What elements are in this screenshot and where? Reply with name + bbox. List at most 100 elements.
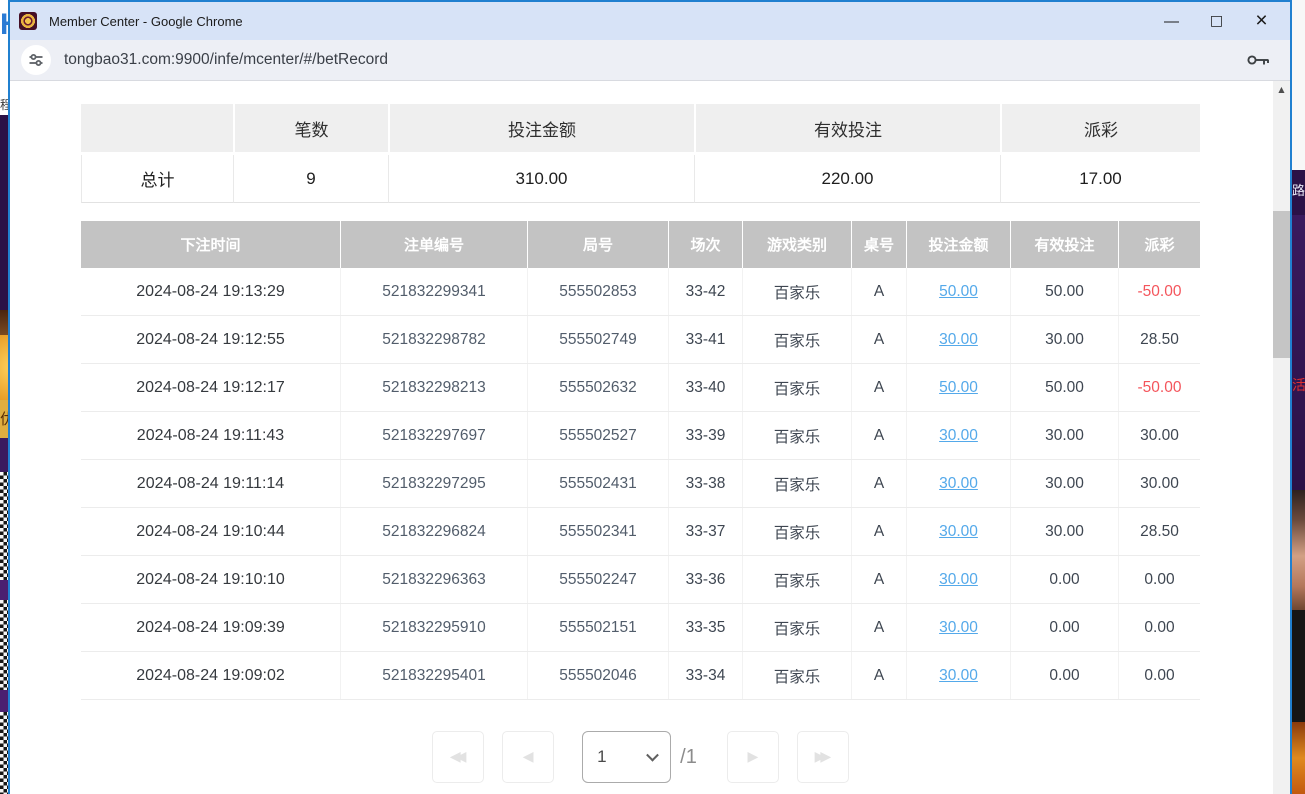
cell-table-no: A bbox=[851, 652, 906, 699]
scrollbar-thumb[interactable] bbox=[1273, 211, 1290, 358]
prev-page-button[interactable]: ◀ bbox=[502, 731, 554, 783]
col-header-order-no: 注单编号 bbox=[340, 221, 527, 268]
cell-game-type: 百家乐 bbox=[742, 268, 851, 315]
bet-amount-link[interactable]: 30.00 bbox=[939, 427, 978, 445]
cell-table-no: A bbox=[851, 364, 906, 411]
cell-session: 33-34 bbox=[668, 652, 742, 699]
table-row: 2024-08-24 19:09:39 521832295910 5555021… bbox=[81, 604, 1200, 652]
cell-order-no: 521832297697 bbox=[340, 412, 527, 459]
cell-game-type: 百家乐 bbox=[742, 316, 851, 363]
cell-session: 33-41 bbox=[668, 316, 742, 363]
cell-valid-bet: 30.00 bbox=[1010, 412, 1118, 459]
cell-order-no: 521832296824 bbox=[340, 508, 527, 555]
col-header-bet-amount: 投注金额 bbox=[906, 221, 1010, 268]
cell-table-no: A bbox=[851, 604, 906, 651]
bet-record-panel: 笔数 投注金额 有效投注 派彩 总计 9 310.00 220.00 17.00… bbox=[10, 81, 1273, 794]
minimize-button[interactable]: — bbox=[1149, 2, 1194, 40]
cell-payout: 0.00 bbox=[1118, 652, 1200, 699]
close-button[interactable]: × bbox=[1239, 2, 1284, 40]
background-text-fragment: 优 bbox=[0, 408, 8, 429]
background-text-fragment: 活 bbox=[1292, 375, 1305, 395]
cell-order-no: 521832296363 bbox=[340, 556, 527, 603]
chrome-popup-window: Member Center - Google Chrome — □ × tong… bbox=[8, 0, 1292, 794]
cell-bet-time: 2024-08-24 19:09:39 bbox=[81, 604, 340, 651]
background-block bbox=[0, 690, 8, 712]
cell-bet-time: 2024-08-24 19:11:43 bbox=[81, 412, 340, 459]
bet-amount-link[interactable]: 30.00 bbox=[939, 331, 978, 349]
table-row: 2024-08-24 19:12:17 521832298213 5555026… bbox=[81, 364, 1200, 412]
col-header-bet-time: 下注时间 bbox=[81, 221, 340, 268]
table-row: 2024-08-24 19:10:44 521832296824 5555023… bbox=[81, 508, 1200, 556]
vertical-scrollbar[interactable]: ▲ bbox=[1273, 81, 1290, 794]
bet-amount-link[interactable]: 30.00 bbox=[939, 523, 978, 541]
background-block bbox=[0, 580, 8, 600]
cell-valid-bet: 0.00 bbox=[1010, 652, 1118, 699]
table-header-row: 下注时间 注单编号 局号 场次 游戏类别 桌号 投注金额 有效投注 派彩 bbox=[81, 221, 1200, 268]
col-header-valid-bet: 有效投注 bbox=[1010, 221, 1118, 268]
page-select[interactable]: 1 bbox=[582, 731, 671, 783]
cell-round-no: 555502853 bbox=[527, 268, 668, 315]
cell-order-no: 521832295910 bbox=[340, 604, 527, 651]
bet-amount-link[interactable]: 30.00 bbox=[939, 619, 978, 637]
window-title: Member Center - Google Chrome bbox=[49, 14, 243, 29]
double-right-arrow-icon: ▶▶ bbox=[815, 749, 827, 765]
last-page-button[interactable]: ▶▶ bbox=[797, 731, 849, 783]
cell-payout: -50.00 bbox=[1118, 268, 1200, 315]
summary-bet-amount-value: 310.00 bbox=[388, 155, 694, 203]
next-page-button[interactable]: ▶ bbox=[727, 731, 779, 783]
cell-bet-time: 2024-08-24 19:09:02 bbox=[81, 652, 340, 699]
cell-session: 33-36 bbox=[668, 556, 742, 603]
pagination: ◀◀ ◀ 1 /1 ▶ ▶▶ bbox=[81, 731, 1200, 783]
summary-total-label: 总计 bbox=[81, 155, 233, 203]
col-header-payout: 派彩 bbox=[1118, 221, 1200, 268]
bet-amount-link[interactable]: 50.00 bbox=[939, 283, 978, 301]
background-page-left-strip: H 程 优 bbox=[0, 0, 8, 794]
cell-table-no: A bbox=[851, 268, 906, 315]
summary-valid-bet-value: 220.00 bbox=[694, 155, 1000, 203]
col-header-round-no: 局号 bbox=[527, 221, 668, 268]
cell-game-type: 百家乐 bbox=[742, 364, 851, 411]
window-controls: — □ × bbox=[1149, 2, 1290, 40]
cell-table-no: A bbox=[851, 556, 906, 603]
cell-bet-time: 2024-08-24 19:10:10 bbox=[81, 556, 340, 603]
summary-count-value: 9 bbox=[233, 155, 388, 203]
cell-order-no: 521832298213 bbox=[340, 364, 527, 411]
url-text[interactable]: tongbao31.com:9900/infe/mcenter/#/betRec… bbox=[64, 51, 388, 69]
window-titlebar: Member Center - Google Chrome — □ × bbox=[10, 2, 1290, 40]
col-header-table-no: 桌号 bbox=[851, 221, 906, 268]
cell-round-no: 555502247 bbox=[527, 556, 668, 603]
scroll-up-arrow-icon[interactable]: ▲ bbox=[1273, 81, 1290, 98]
cell-game-type: 百家乐 bbox=[742, 652, 851, 699]
cell-order-no: 521832297295 bbox=[340, 460, 527, 507]
cell-round-no: 555502431 bbox=[527, 460, 668, 507]
first-page-button[interactable]: ◀◀ bbox=[432, 731, 484, 783]
table-row: 2024-08-24 19:13:29 521832299341 5555028… bbox=[81, 268, 1200, 316]
background-block bbox=[0, 310, 8, 335]
cell-order-no: 521832298782 bbox=[340, 316, 527, 363]
summary-header-bet-amount: 投注金额 bbox=[388, 104, 694, 155]
cell-table-no: A bbox=[851, 460, 906, 507]
address-bar[interactable]: tongbao31.com:9900/infe/mcenter/#/betRec… bbox=[10, 40, 1290, 81]
cell-order-no: 521832295401 bbox=[340, 652, 527, 699]
bet-amount-link[interactable]: 30.00 bbox=[939, 667, 978, 685]
cell-payout: 28.50 bbox=[1118, 508, 1200, 555]
site-settings-button[interactable] bbox=[21, 45, 51, 75]
cell-payout: -50.00 bbox=[1118, 364, 1200, 411]
bet-amount-link[interactable]: 30.00 bbox=[939, 475, 978, 493]
password-manager-button[interactable] bbox=[1246, 53, 1270, 67]
screen: H 程 优 路 活 Member Center - Google Chrome … bbox=[0, 0, 1305, 794]
bet-amount-link[interactable]: 50.00 bbox=[939, 379, 978, 397]
summary-table: 笔数 投注金额 有效投注 派彩 总计 9 310.00 220.00 17.00 bbox=[81, 104, 1200, 203]
summary-header-count: 笔数 bbox=[233, 104, 388, 155]
cell-payout: 28.50 bbox=[1118, 316, 1200, 363]
bet-amount-link[interactable]: 30.00 bbox=[939, 571, 978, 589]
col-header-game-type: 游戏类别 bbox=[742, 221, 851, 268]
cell-order-no: 521832299341 bbox=[340, 268, 527, 315]
maximize-button[interactable]: □ bbox=[1194, 2, 1239, 40]
cell-valid-bet: 30.00 bbox=[1010, 460, 1118, 507]
cell-valid-bet: 0.00 bbox=[1010, 604, 1118, 651]
cell-round-no: 555502341 bbox=[527, 508, 668, 555]
background-qr-block bbox=[0, 712, 8, 794]
cell-payout: 0.00 bbox=[1118, 604, 1200, 651]
background-block bbox=[1292, 610, 1305, 722]
